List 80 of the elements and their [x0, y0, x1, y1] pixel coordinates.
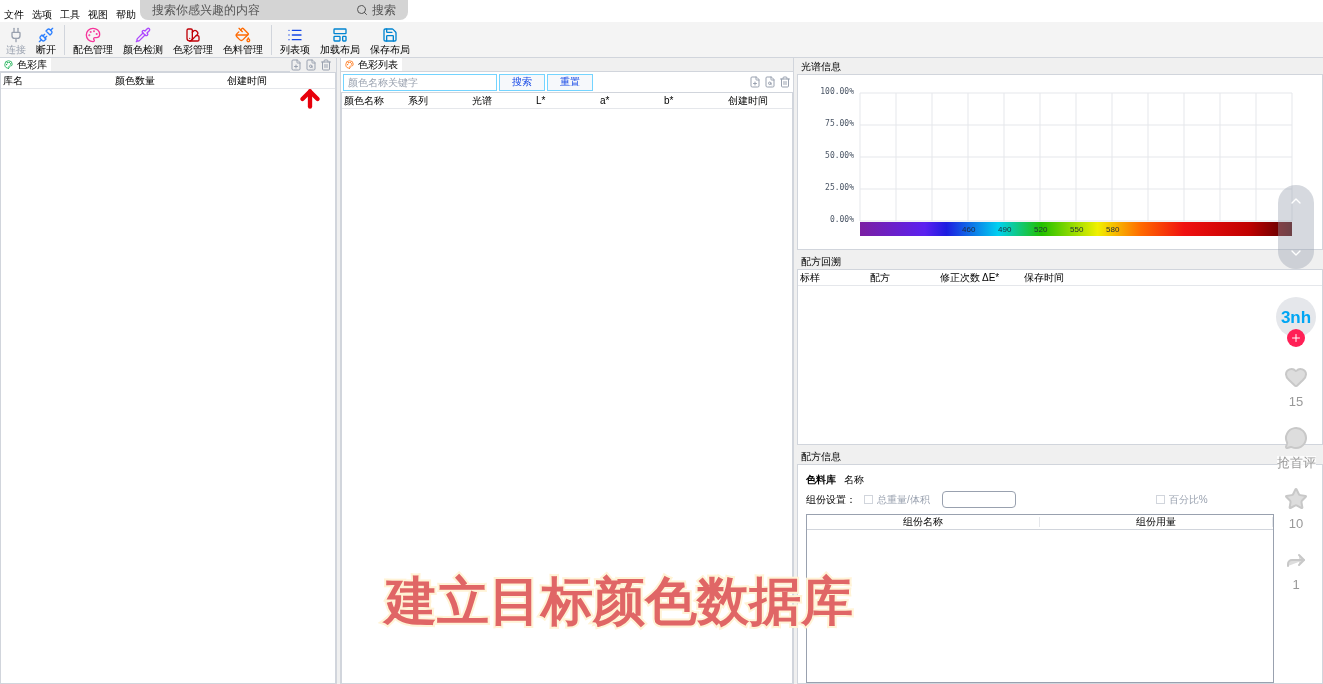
- column-header[interactable]: 系列: [406, 95, 470, 106]
- column-header[interactable]: a*: [598, 95, 662, 106]
- trash-icon[interactable]: [779, 76, 791, 88]
- column-header[interactable]: 配方: [868, 272, 938, 283]
- column-header[interactable]: 创建时间: [225, 75, 335, 86]
- column-header[interactable]: 创建时间: [726, 95, 790, 106]
- panel-tab[interactable]: 色彩列表: [341, 58, 402, 71]
- list-icon: [287, 27, 303, 43]
- column-header[interactable]: b*: [662, 95, 726, 106]
- field-label: 名称: [844, 475, 864, 485]
- scroll-pill[interactable]: [1278, 185, 1314, 269]
- menu-item[interactable]: 帮助: [116, 10, 136, 20]
- pipette-icon: [135, 27, 151, 43]
- column-header[interactable]: ΔE*: [980, 272, 1022, 283]
- axis-label: 100.00%: [819, 88, 854, 96]
- comment-icon[interactable]: [1284, 426, 1308, 450]
- palette-icon: [4, 60, 13, 69]
- menu-item[interactable]: 选项: [32, 10, 52, 20]
- column-header[interactable]: 光谱: [470, 95, 534, 106]
- column-header[interactable]: 修正次数: [938, 272, 980, 283]
- group-title: 配方信息: [801, 452, 841, 462]
- search-overlay[interactable]: 搜索你感兴趣的内容 搜索: [140, 0, 408, 20]
- toolbar-button[interactable]: 列表项: [278, 27, 312, 55]
- wavelength-label: 580: [1106, 226, 1120, 234]
- new-file-icon[interactable]: [290, 59, 302, 71]
- weight-field[interactable]: [941, 491, 1016, 508]
- column-header[interactable]: 颜色名称: [342, 95, 406, 106]
- group-title: 光谱信息: [801, 62, 841, 72]
- field-label: 组份设置：: [806, 494, 856, 505]
- plug-icon: [8, 27, 24, 43]
- axis-label: 75.00%: [824, 120, 854, 128]
- panel-tab[interactable]: 色彩库: [0, 58, 51, 71]
- panel-button[interactable]: 重置: [547, 73, 593, 91]
- menu-item[interactable]: 工具: [60, 10, 80, 20]
- wavelength-label: 460: [962, 226, 976, 234]
- axis-label: 0.00%: [828, 216, 854, 224]
- unplug-icon: [38, 27, 54, 43]
- column-header[interactable]: 标样: [798, 272, 868, 283]
- menu-item[interactable]: 文件: [4, 10, 24, 20]
- toolbar-button[interactable]: 配色管理: [71, 27, 115, 55]
- search-field[interactable]: 颜色名称关键字: [343, 73, 497, 91]
- star-icon[interactable]: [1284, 487, 1308, 511]
- column-header[interactable]: 组份用量: [1040, 517, 1273, 527]
- axis-label: 25.00%: [824, 184, 854, 192]
- wavelength-label: 550: [1070, 226, 1084, 234]
- file-search-icon[interactable]: [305, 59, 317, 71]
- toolbar-button[interactable]: 颜色检测: [121, 27, 165, 55]
- toolbar-button[interactable]: 保存布局: [368, 27, 412, 55]
- search-label[interactable]: 搜索: [372, 4, 396, 16]
- toolbar-button[interactable]: 色彩管理: [171, 27, 215, 55]
- panel-button[interactable]: 搜索: [499, 73, 545, 91]
- trash-icon[interactable]: [320, 59, 332, 71]
- palette-icon: [85, 27, 101, 43]
- toolbar-button[interactable]: 断开: [34, 27, 58, 55]
- wavelength-label: 490: [998, 226, 1012, 234]
- column-header[interactable]: L*: [534, 95, 598, 106]
- wavelength-label: 520: [1034, 226, 1048, 234]
- palette-icon: [345, 60, 354, 69]
- column-header[interactable]: 颜色数量: [113, 75, 225, 86]
- menu-item[interactable]: 视图: [88, 10, 108, 20]
- swatch-icon: [185, 27, 201, 43]
- plus-icon[interactable]: [1290, 332, 1302, 344]
- field-label: 色料库: [806, 475, 836, 485]
- arrow-up-icon: [297, 86, 323, 112]
- new-file-icon[interactable]: [749, 76, 761, 88]
- layout-icon: [332, 27, 348, 43]
- search-icon[interactable]: [356, 4, 368, 16]
- paint-bucket-icon: [235, 27, 251, 43]
- column-header[interactable]: 组份名称: [807, 517, 1040, 527]
- axis-label: 50.00%: [824, 152, 854, 160]
- toolbar-button[interactable]: 色料管理: [221, 27, 265, 55]
- toolbar-button[interactable]: 加载布局: [318, 27, 362, 55]
- file-search-icon[interactable]: [764, 76, 776, 88]
- column-header[interactable]: 库名: [1, 75, 113, 86]
- column-header[interactable]: 保存时间: [1022, 272, 1092, 283]
- action-count: 抢首评: [1276, 456, 1316, 469]
- action-count: 1: [1292, 578, 1300, 591]
- group-title: 配方回溯: [801, 257, 841, 267]
- save-icon: [382, 27, 398, 43]
- heart-icon[interactable]: [1284, 365, 1308, 389]
